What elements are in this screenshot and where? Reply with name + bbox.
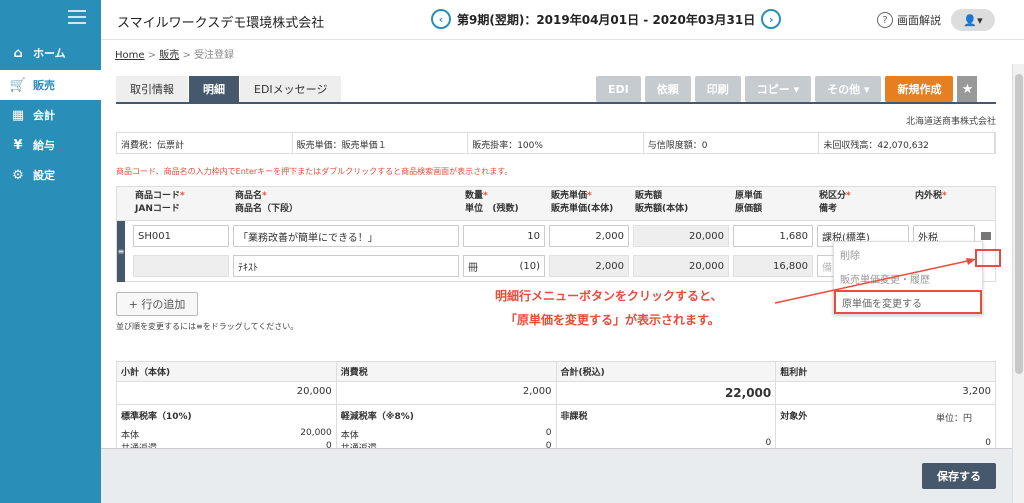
add-row-button[interactable]: + 行の追加 — [116, 292, 198, 316]
next-period-button[interactable]: › — [761, 9, 782, 29]
profit-cell: 粗利計 3,200 — [776, 362, 995, 404]
row-menu-icon[interactable] — [981, 232, 991, 240]
cost-price-field[interactable]: 1,680 — [733, 225, 813, 247]
user-menu-button[interactable]: 👤▾ — [951, 9, 995, 31]
product-code-field[interactable]: SH001 — [133, 225, 229, 247]
menu-item-price-history[interactable]: 販売単価変更・履歴 — [834, 266, 982, 290]
help-link[interactable]: ? 画面解説 — [877, 12, 941, 28]
period-selector: ‹ 第9期(翌期)：2019年04月01日 - 2020年03月31日 › — [431, 9, 782, 29]
home-icon: ⌂ — [13, 45, 23, 61]
unit-field[interactable]: 冊 (10) — [463, 255, 545, 277]
company-name: スマイルワークスデモ環境株式会社 — [117, 16, 325, 31]
tab-bar: 取引情報 明細 EDIメッセージ — [116, 76, 342, 102]
other-button[interactable]: その他 ▾ — [815, 76, 882, 102]
header: スマイルワークスデモ環境株式会社 ‹ 第9期(翌期)：2019年04月01日 -… — [101, 0, 1024, 40]
save-button[interactable]: 保存する — [922, 463, 996, 489]
subtotal-cell: 小計（本体) 20,000 — [117, 362, 337, 404]
drag-hint: 並び順を変更するには≡をドラッグしてください。 — [116, 322, 299, 331]
gear-icon: ⚙ — [12, 167, 24, 183]
totals-panel: 小計（本体) 20,000 消費税 2,000 合計(税込) 22,000 粗利計 3,… — [116, 361, 996, 454]
sidebar-item-sales[interactable]: 🛒 販売 — [0, 70, 101, 100]
tab-divider — [116, 102, 996, 104]
outside-scope: 対象外 0 — [780, 412, 991, 448]
product-name2-field[interactable]: ﾃｷｽﾄ — [233, 255, 459, 277]
quantity-field[interactable]: 10 — [463, 225, 545, 247]
breadcrumb-home[interactable]: Home — [115, 50, 145, 61]
footer-bar: 保存する — [101, 448, 1012, 503]
info-price: 販売単価：販売単価１ — [293, 133, 469, 153]
annotation-line-1: 明細行メニューボタンをクリックすると、 — [495, 289, 723, 303]
tax-breakdown: 標準税率（10%) 本体20,000 共通返還0 軽減税率（※8%) 本体0 共… — [117, 404, 995, 454]
tax-cell: 消費税 2,000 — [336, 362, 557, 404]
supplier-name: 北海道送商事株式会社 — [905, 117, 996, 127]
question-icon: ? — [877, 12, 893, 28]
scrollbar[interactable] — [1012, 64, 1024, 503]
row-menu-dropdown: 削除 販売単価変更・履歴 原単価を変更する — [833, 241, 983, 315]
action-toolbar: EDI 依頼 印刷 コピー ▾ その他 ▾ 新規作成 ★ — [596, 76, 978, 102]
info-unpaid: 未回収残高：42,070,632 — [819, 133, 995, 153]
menu-item-delete[interactable]: 削除 — [834, 242, 982, 266]
drag-handle-icon[interactable]: ≡ — [117, 221, 125, 282]
cost-amount-field: 16,800 — [733, 255, 813, 277]
total-cell: 合計(税込) 22,000 — [556, 362, 777, 404]
input-notice: 商品コード、商品名の入力枠内でEnterキーを押下またはダブルクリックすると商品… — [116, 167, 513, 176]
sidebar: ⌂ ホーム 🛒 販売 ▦ 会計 ¥ 給与 ⚙ 設定 — [0, 0, 101, 503]
info-tax: 消費税：伝票計 — [117, 133, 293, 153]
breadcrumb-sales[interactable]: 販売 — [159, 50, 179, 61]
new-button[interactable]: 新規作成 — [885, 76, 954, 102]
annotation-line-2: 「原単価を変更する」が表示されます。 — [505, 313, 720, 327]
unit-price-body-field: 2,000 — [549, 255, 629, 277]
period-label: 第9期(翌期)：2019年04月01日 - 2020年03月31日 — [457, 12, 756, 27]
info-credit: 与信限度額：0 — [644, 133, 820, 153]
scrollbar-thumb[interactable] — [1015, 74, 1023, 374]
request-button[interactable]: 依頼 — [644, 76, 691, 102]
sales-amount-body-field: 20,000 — [633, 255, 729, 277]
menu-item-change-cost[interactable]: 原単価を変更する — [834, 290, 982, 314]
money-bag-icon: ¥ — [13, 137, 23, 153]
tab-edi-message[interactable]: EDIメッセージ — [240, 76, 342, 102]
prev-period-button[interactable]: ‹ — [431, 9, 451, 29]
row-menu-button-highlight[interactable] — [975, 249, 1001, 267]
grid-header: 商品コード* JANコード 商品名* 商品名（下段） 数量* 単位 (残数) 販売単価… — [117, 187, 995, 221]
sidebar-item-home[interactable]: ⌂ ホーム — [0, 38, 101, 68]
unit-price-field[interactable]: 2,000 — [549, 225, 629, 247]
sidebar-item-accounting[interactable]: ▦ 会計 — [0, 100, 101, 130]
calculator-icon: ▦ — [11, 107, 25, 123]
user-icon: 👤▾ — [963, 13, 983, 27]
breadcrumb: Home > 販売 > 受注登録 — [115, 50, 235, 61]
tab-transaction[interactable]: 取引情報 — [116, 76, 188, 102]
standard-rate: 標準税率（10%) 本体20,000 共通返還0 — [117, 405, 337, 454]
sidebar-item-settings[interactable]: ⚙ 設定 — [0, 160, 101, 190]
edi-button[interactable]: EDI — [596, 76, 641, 102]
copy-button[interactable]: コピー ▾ — [744, 76, 812, 102]
sales-amount-field: 20,000 — [633, 225, 729, 247]
jan-code-field — [133, 255, 229, 277]
tab-details[interactable]: 明細 — [189, 76, 239, 102]
breadcrumb-current: 受注登録 — [194, 50, 235, 61]
product-name-field[interactable]: 「業務改善が簡単にできる！」 — [233, 225, 459, 247]
cart-icon: 🛒 — [9, 77, 27, 93]
reduced-rate: 軽減税率（※8%) 本体0 共通返還0 — [337, 405, 557, 454]
menu-icon[interactable] — [68, 10, 86, 24]
info-bar: 消費税：伝票計 販売単価：販売単価１ 販売掛率：100% 与信限度額：0 未回収… — [116, 132, 996, 154]
exempt: 非課税 0 — [557, 405, 777, 450]
info-rate: 販売掛率：100% — [468, 133, 644, 153]
sidebar-item-payroll[interactable]: ¥ 給与 — [0, 130, 101, 160]
print-button[interactable]: 印刷 — [694, 76, 741, 102]
star-icon[interactable]: ★ — [957, 76, 978, 102]
